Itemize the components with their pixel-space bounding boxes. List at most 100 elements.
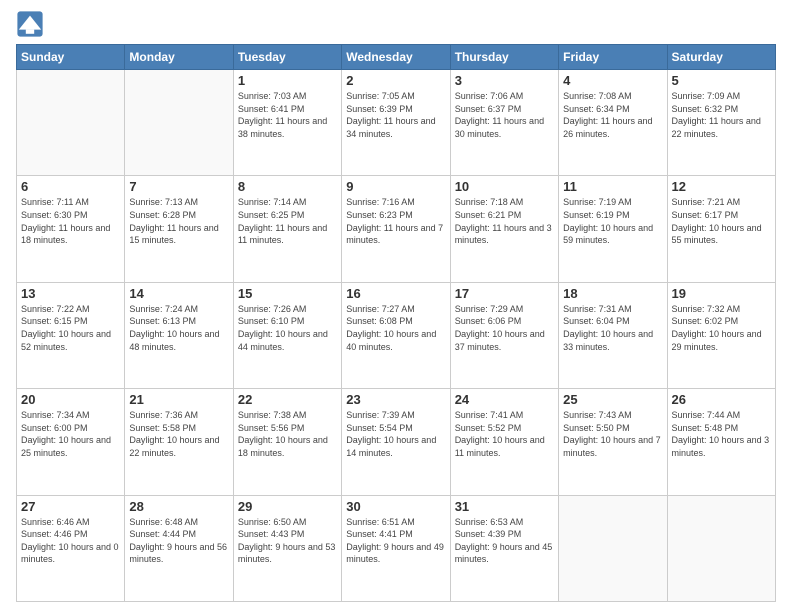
day-info: Sunrise: 7:09 AMSunset: 6:32 PMDaylight:… — [672, 90, 771, 140]
calendar-cell: 30 Sunrise: 6:51 AMSunset: 4:41 PMDayligh… — [342, 495, 450, 601]
week-row-0: 1 Sunrise: 7:03 AMSunset: 6:41 PMDaylight… — [17, 70, 776, 176]
day-number: 4 — [563, 73, 662, 88]
day-number: 13 — [21, 286, 120, 301]
day-info: Sunrise: 7:11 AMSunset: 6:30 PMDaylight:… — [21, 196, 120, 246]
day-number: 6 — [21, 179, 120, 194]
week-row-2: 13 Sunrise: 7:22 AMSunset: 6:15 PMDayligh… — [17, 282, 776, 388]
calendar-cell: 10Sunrise: 7:18 AMSunset: 6:21 PMDayligh… — [450, 176, 558, 282]
day-number: 30 — [346, 499, 445, 514]
calendar-cell — [559, 495, 667, 601]
day-info: Sunrise: 7:03 AMSunset: 6:41 PMDaylight:… — [238, 90, 337, 140]
calendar-cell — [17, 70, 125, 176]
weekday-header-friday: Friday — [559, 45, 667, 70]
day-info: Sunrise: 7:14 AMSunset: 6:25 PMDaylight:… — [238, 196, 337, 246]
calendar-cell: 31Sunrise: 6:53 AMSunset: 4:39 PMDayligh… — [450, 495, 558, 601]
day-number: 15 — [238, 286, 337, 301]
calendar-cell: 18Sunrise: 7:31 AMSunset: 6:04 PMDayligh… — [559, 282, 667, 388]
day-number: 29 — [238, 499, 337, 514]
day-number: 16 — [346, 286, 445, 301]
day-info: Sunrise: 6:51 AMSunset: 4:41 PMDaylight:… — [346, 516, 445, 566]
day-info: Sunrise: 7:13 AMSunset: 6:28 PMDaylight:… — [129, 196, 228, 246]
day-number: 21 — [129, 392, 228, 407]
calendar-cell: 28Sunrise: 6:48 AMSunset: 4:44 PMDayligh… — [125, 495, 233, 601]
day-info: Sunrise: 7:22 AMSunset: 6:15 PMDaylight:… — [21, 303, 120, 353]
weekday-header-monday: Monday — [125, 45, 233, 70]
calendar-cell: 14Sunrise: 7:24 AMSunset: 6:13 PMDayligh… — [125, 282, 233, 388]
day-info: Sunrise: 7:19 AMSunset: 6:19 PMDaylight:… — [563, 196, 662, 246]
calendar-cell: 2 Sunrise: 7:05 AMSunset: 6:39 PMDaylight… — [342, 70, 450, 176]
calendar-cell: 8 Sunrise: 7:14 AMSunset: 6:25 PMDaylight… — [233, 176, 341, 282]
calendar-cell — [125, 70, 233, 176]
day-number: 8 — [238, 179, 337, 194]
day-info: Sunrise: 7:05 AMSunset: 6:39 PMDaylight:… — [346, 90, 445, 140]
day-info: Sunrise: 7:36 AMSunset: 5:58 PMDaylight:… — [129, 409, 228, 459]
calendar-cell: 3 Sunrise: 7:06 AMSunset: 6:37 PMDaylight… — [450, 70, 558, 176]
calendar-cell: 24 Sunrise: 7:41 AMSunset: 5:52 PMDayligh… — [450, 389, 558, 495]
calendar-cell: 7 Sunrise: 7:13 AMSunset: 6:28 PMDaylight… — [125, 176, 233, 282]
weekday-header-saturday: Saturday — [667, 45, 775, 70]
calendar-cell: 6 Sunrise: 7:11 AMSunset: 6:30 PMDaylight… — [17, 176, 125, 282]
day-number: 11 — [563, 179, 662, 194]
day-info: Sunrise: 7:29 AMSunset: 6:06 PMDaylight:… — [455, 303, 554, 353]
calendar-cell: 5 Sunrise: 7:09 AMSunset: 6:32 PMDaylight… — [667, 70, 775, 176]
calendar-cell: 29 Sunrise: 6:50 AMSunset: 4:43 PMDayligh… — [233, 495, 341, 601]
weekday-header-thursday: Thursday — [450, 45, 558, 70]
calendar-cell: 25Sunrise: 7:43 AMSunset: 5:50 PMDayligh… — [559, 389, 667, 495]
calendar-cell: 1 Sunrise: 7:03 AMSunset: 6:41 PMDaylight… — [233, 70, 341, 176]
calendar-cell: 11 Sunrise: 7:19 AMSunset: 6:19 PMDayligh… — [559, 176, 667, 282]
logo-icon — [16, 10, 44, 38]
day-info: Sunrise: 7:41 AMSunset: 5:52 PMDaylight:… — [455, 409, 554, 459]
day-info: Sunrise: 6:46 AMSunset: 4:46 PMDaylight:… — [21, 516, 120, 566]
day-number: 25 — [563, 392, 662, 407]
calendar-cell: 23 Sunrise: 7:39 AMSunset: 5:54 PMDayligh… — [342, 389, 450, 495]
day-number: 24 — [455, 392, 554, 407]
week-row-4: 27 Sunrise: 6:46 AMSunset: 4:46 PMDayligh… — [17, 495, 776, 601]
calendar-cell: 22 Sunrise: 7:38 AMSunset: 5:56 PMDayligh… — [233, 389, 341, 495]
weekday-header-row: SundayMondayTuesdayWednesdayThursdayFrid… — [17, 45, 776, 70]
day-number: 5 — [672, 73, 771, 88]
calendar-header: SundayMondayTuesdayWednesdayThursdayFrid… — [17, 45, 776, 70]
page: SundayMondayTuesdayWednesdayThursdayFrid… — [0, 0, 792, 612]
weekday-header-sunday: Sunday — [17, 45, 125, 70]
day-number: 2 — [346, 73, 445, 88]
day-number: 17 — [455, 286, 554, 301]
calendar: SundayMondayTuesdayWednesdayThursdayFrid… — [16, 44, 776, 602]
day-info: Sunrise: 7:44 AMSunset: 5:48 PMDaylight:… — [672, 409, 771, 459]
day-number: 22 — [238, 392, 337, 407]
day-info: Sunrise: 7:26 AMSunset: 6:10 PMDaylight:… — [238, 303, 337, 353]
day-info: Sunrise: 7:31 AMSunset: 6:04 PMDaylight:… — [563, 303, 662, 353]
day-info: Sunrise: 7:18 AMSunset: 6:21 PMDaylight:… — [455, 196, 554, 246]
day-info: Sunrise: 7:27 AMSunset: 6:08 PMDaylight:… — [346, 303, 445, 353]
day-number: 1 — [238, 73, 337, 88]
day-number: 9 — [346, 179, 445, 194]
day-number: 28 — [129, 499, 228, 514]
calendar-cell: 26 Sunrise: 7:44 AMSunset: 5:48 PMDayligh… — [667, 389, 775, 495]
day-info: Sunrise: 7:06 AMSunset: 6:37 PMDaylight:… — [455, 90, 554, 140]
day-number: 19 — [672, 286, 771, 301]
weekday-header-tuesday: Tuesday — [233, 45, 341, 70]
day-info: Sunrise: 7:34 AMSunset: 6:00 PMDaylight:… — [21, 409, 120, 459]
day-number: 26 — [672, 392, 771, 407]
calendar-cell: 13 Sunrise: 7:22 AMSunset: 6:15 PMDayligh… — [17, 282, 125, 388]
calendar-cell: 20Sunrise: 7:34 AMSunset: 6:00 PMDayligh… — [17, 389, 125, 495]
day-info: Sunrise: 7:39 AMSunset: 5:54 PMDaylight:… — [346, 409, 445, 459]
calendar-cell: 9 Sunrise: 7:16 AMSunset: 6:23 PMDaylight… — [342, 176, 450, 282]
day-info: Sunrise: 7:24 AMSunset: 6:13 PMDaylight:… — [129, 303, 228, 353]
week-row-3: 20Sunrise: 7:34 AMSunset: 6:00 PMDayligh… — [17, 389, 776, 495]
calendar-cell: 12Sunrise: 7:21 AMSunset: 6:17 PMDayligh… — [667, 176, 775, 282]
day-info: Sunrise: 6:50 AMSunset: 4:43 PMDaylight:… — [238, 516, 337, 566]
day-info: Sunrise: 7:21 AMSunset: 6:17 PMDaylight:… — [672, 196, 771, 246]
day-info: Sunrise: 7:32 AMSunset: 6:02 PMDaylight:… — [672, 303, 771, 353]
calendar-cell: 16 Sunrise: 7:27 AMSunset: 6:08 PMDayligh… — [342, 282, 450, 388]
day-number: 23 — [346, 392, 445, 407]
header — [16, 10, 776, 38]
calendar-cell: 27 Sunrise: 6:46 AMSunset: 4:46 PMDayligh… — [17, 495, 125, 601]
day-number: 27 — [21, 499, 120, 514]
calendar-cell: 17 Sunrise: 7:29 AMSunset: 6:06 PMDayligh… — [450, 282, 558, 388]
day-info: Sunrise: 7:38 AMSunset: 5:56 PMDaylight:… — [238, 409, 337, 459]
calendar-cell: 21 Sunrise: 7:36 AMSunset: 5:58 PMDayligh… — [125, 389, 233, 495]
day-number: 7 — [129, 179, 228, 194]
week-row-1: 6 Sunrise: 7:11 AMSunset: 6:30 PMDaylight… — [17, 176, 776, 282]
day-number: 3 — [455, 73, 554, 88]
day-info: Sunrise: 7:16 AMSunset: 6:23 PMDaylight:… — [346, 196, 445, 246]
